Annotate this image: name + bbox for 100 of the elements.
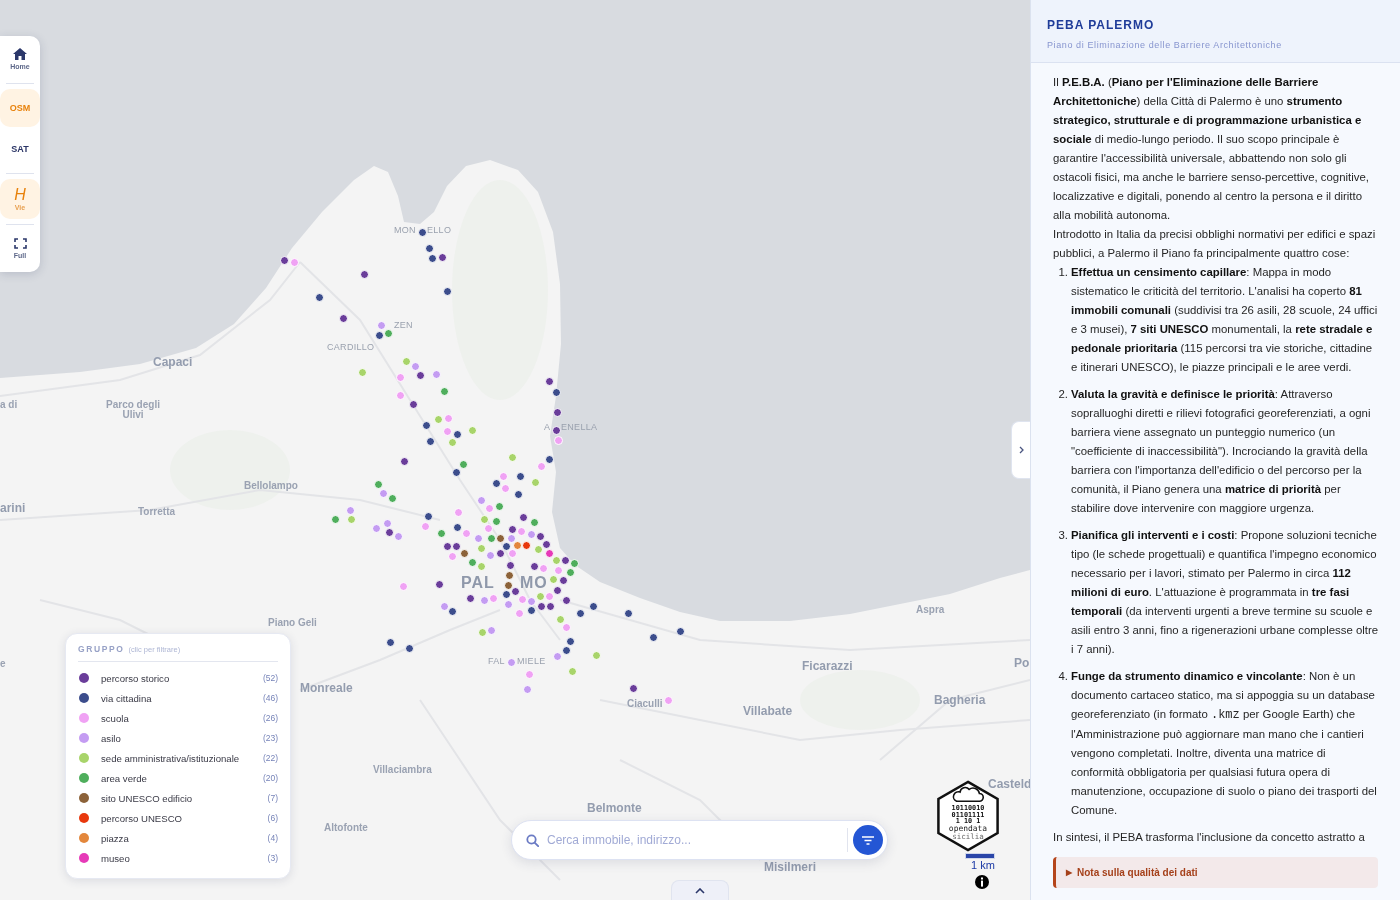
map-marker[interactable] bbox=[552, 585, 562, 595]
map-marker[interactable] bbox=[513, 489, 523, 499]
map-marker[interactable] bbox=[408, 399, 418, 409]
map-marker[interactable] bbox=[552, 651, 562, 661]
map-marker[interactable] bbox=[338, 313, 348, 323]
map-marker[interactable] bbox=[420, 521, 430, 531]
map-marker[interactable] bbox=[536, 601, 546, 611]
map-marker[interactable] bbox=[479, 514, 489, 524]
map-marker[interactable] bbox=[442, 286, 452, 296]
map-marker[interactable] bbox=[510, 586, 520, 596]
map-marker[interactable] bbox=[500, 483, 510, 493]
map-marker[interactable] bbox=[461, 528, 471, 538]
map-marker[interactable] bbox=[458, 459, 468, 469]
map-marker[interactable] bbox=[399, 456, 409, 466]
map-marker[interactable] bbox=[551, 425, 561, 435]
map-marker[interactable] bbox=[521, 540, 531, 550]
legend-item[interactable]: scuola (26) bbox=[78, 708, 278, 728]
map-marker[interactable] bbox=[488, 593, 498, 603]
search-field[interactable]: Cerca immobile, indirizzo... bbox=[547, 829, 842, 851]
map-marker[interactable] bbox=[459, 548, 469, 558]
map-marker[interactable] bbox=[501, 589, 511, 599]
map-marker[interactable] bbox=[558, 575, 568, 585]
map-marker[interactable] bbox=[526, 596, 536, 606]
map-marker[interactable] bbox=[485, 550, 495, 560]
map-marker[interactable] bbox=[452, 522, 462, 532]
map-marker[interactable] bbox=[434, 579, 444, 589]
map-marker[interactable] bbox=[395, 390, 405, 400]
map-marker[interactable] bbox=[376, 320, 386, 330]
map-marker[interactable] bbox=[387, 493, 397, 503]
map-marker[interactable] bbox=[404, 643, 414, 653]
map-marker[interactable] bbox=[569, 558, 579, 568]
map-marker[interactable] bbox=[514, 608, 524, 618]
map-marker[interactable] bbox=[452, 429, 462, 439]
map-marker[interactable] bbox=[560, 555, 570, 565]
map-marker[interactable] bbox=[371, 523, 381, 533]
map-marker[interactable] bbox=[451, 467, 461, 477]
map-marker[interactable] bbox=[378, 488, 388, 498]
map-marker[interactable] bbox=[477, 627, 487, 637]
filter-button[interactable] bbox=[853, 825, 883, 855]
legend-item[interactable]: percorso storico (52) bbox=[78, 668, 278, 688]
map-marker[interactable] bbox=[545, 601, 555, 611]
map-marker[interactable] bbox=[507, 452, 517, 462]
map-marker[interactable] bbox=[314, 292, 324, 302]
collapse-panel-button[interactable] bbox=[1011, 421, 1030, 479]
map-marker[interactable] bbox=[553, 565, 563, 575]
map-marker[interactable] bbox=[565, 636, 575, 646]
map-marker[interactable] bbox=[467, 425, 477, 435]
map-marker[interactable] bbox=[330, 514, 340, 524]
map-marker[interactable] bbox=[529, 517, 539, 527]
map-marker[interactable] bbox=[289, 257, 299, 267]
map-marker[interactable] bbox=[503, 580, 513, 590]
map-marker[interactable] bbox=[374, 330, 384, 340]
map-marker[interactable] bbox=[451, 541, 461, 551]
map-marker[interactable] bbox=[395, 372, 405, 382]
map-marker[interactable] bbox=[359, 269, 369, 279]
map-marker[interactable] bbox=[535, 531, 545, 541]
map-marker[interactable] bbox=[575, 608, 585, 618]
map-marker[interactable] bbox=[433, 414, 443, 424]
map-marker[interactable] bbox=[675, 626, 685, 636]
map-marker[interactable] bbox=[588, 601, 598, 611]
map-marker[interactable] bbox=[495, 533, 505, 543]
map-marker[interactable] bbox=[507, 548, 517, 558]
legend-item[interactable]: museo (3) bbox=[78, 848, 278, 868]
map-marker[interactable] bbox=[447, 606, 457, 616]
map-marker[interactable] bbox=[479, 595, 489, 605]
map-marker[interactable] bbox=[495, 548, 505, 558]
map-marker[interactable] bbox=[551, 555, 561, 565]
info-icon[interactable] bbox=[975, 875, 989, 889]
map-marker[interactable] bbox=[436, 528, 446, 538]
map-marker[interactable] bbox=[439, 601, 449, 611]
legend-item[interactable]: piazza (4) bbox=[78, 828, 278, 848]
map-marker[interactable] bbox=[516, 526, 526, 536]
map-marker[interactable] bbox=[507, 524, 517, 534]
map-marker[interactable] bbox=[526, 529, 536, 539]
map-marker[interactable] bbox=[357, 367, 367, 377]
map-marker[interactable] bbox=[628, 683, 638, 693]
map-marker[interactable] bbox=[565, 567, 575, 577]
map-marker[interactable] bbox=[494, 501, 504, 511]
map-marker[interactable] bbox=[398, 581, 408, 591]
map-marker[interactable] bbox=[498, 471, 508, 481]
map-marker[interactable] bbox=[484, 503, 494, 513]
map-marker[interactable] bbox=[533, 544, 543, 554]
legend-item[interactable]: percorso UNESCO (6) bbox=[78, 808, 278, 828]
legend-item[interactable]: sede amministrativa/istituzionale (22) bbox=[78, 748, 278, 768]
map-marker[interactable] bbox=[383, 328, 393, 338]
map-marker[interactable] bbox=[551, 387, 561, 397]
expand-drawer-button[interactable] bbox=[671, 880, 729, 900]
map-marker[interactable] bbox=[279, 255, 289, 265]
map-marker[interactable] bbox=[442, 426, 452, 436]
layer-button[interactable]: SAT bbox=[0, 130, 40, 168]
map-marker[interactable] bbox=[423, 511, 433, 521]
map-marker[interactable] bbox=[530, 477, 540, 487]
map-marker[interactable] bbox=[476, 561, 486, 571]
map-marker[interactable] bbox=[483, 523, 493, 533]
map-marker[interactable] bbox=[467, 557, 477, 567]
legend-item[interactable]: sito UNESCO edificio (7) bbox=[78, 788, 278, 808]
legend-item[interactable]: asilo (23) bbox=[78, 728, 278, 748]
map-marker[interactable] bbox=[431, 369, 441, 379]
map-marker[interactable] bbox=[486, 533, 496, 543]
map-marker[interactable] bbox=[553, 435, 563, 445]
